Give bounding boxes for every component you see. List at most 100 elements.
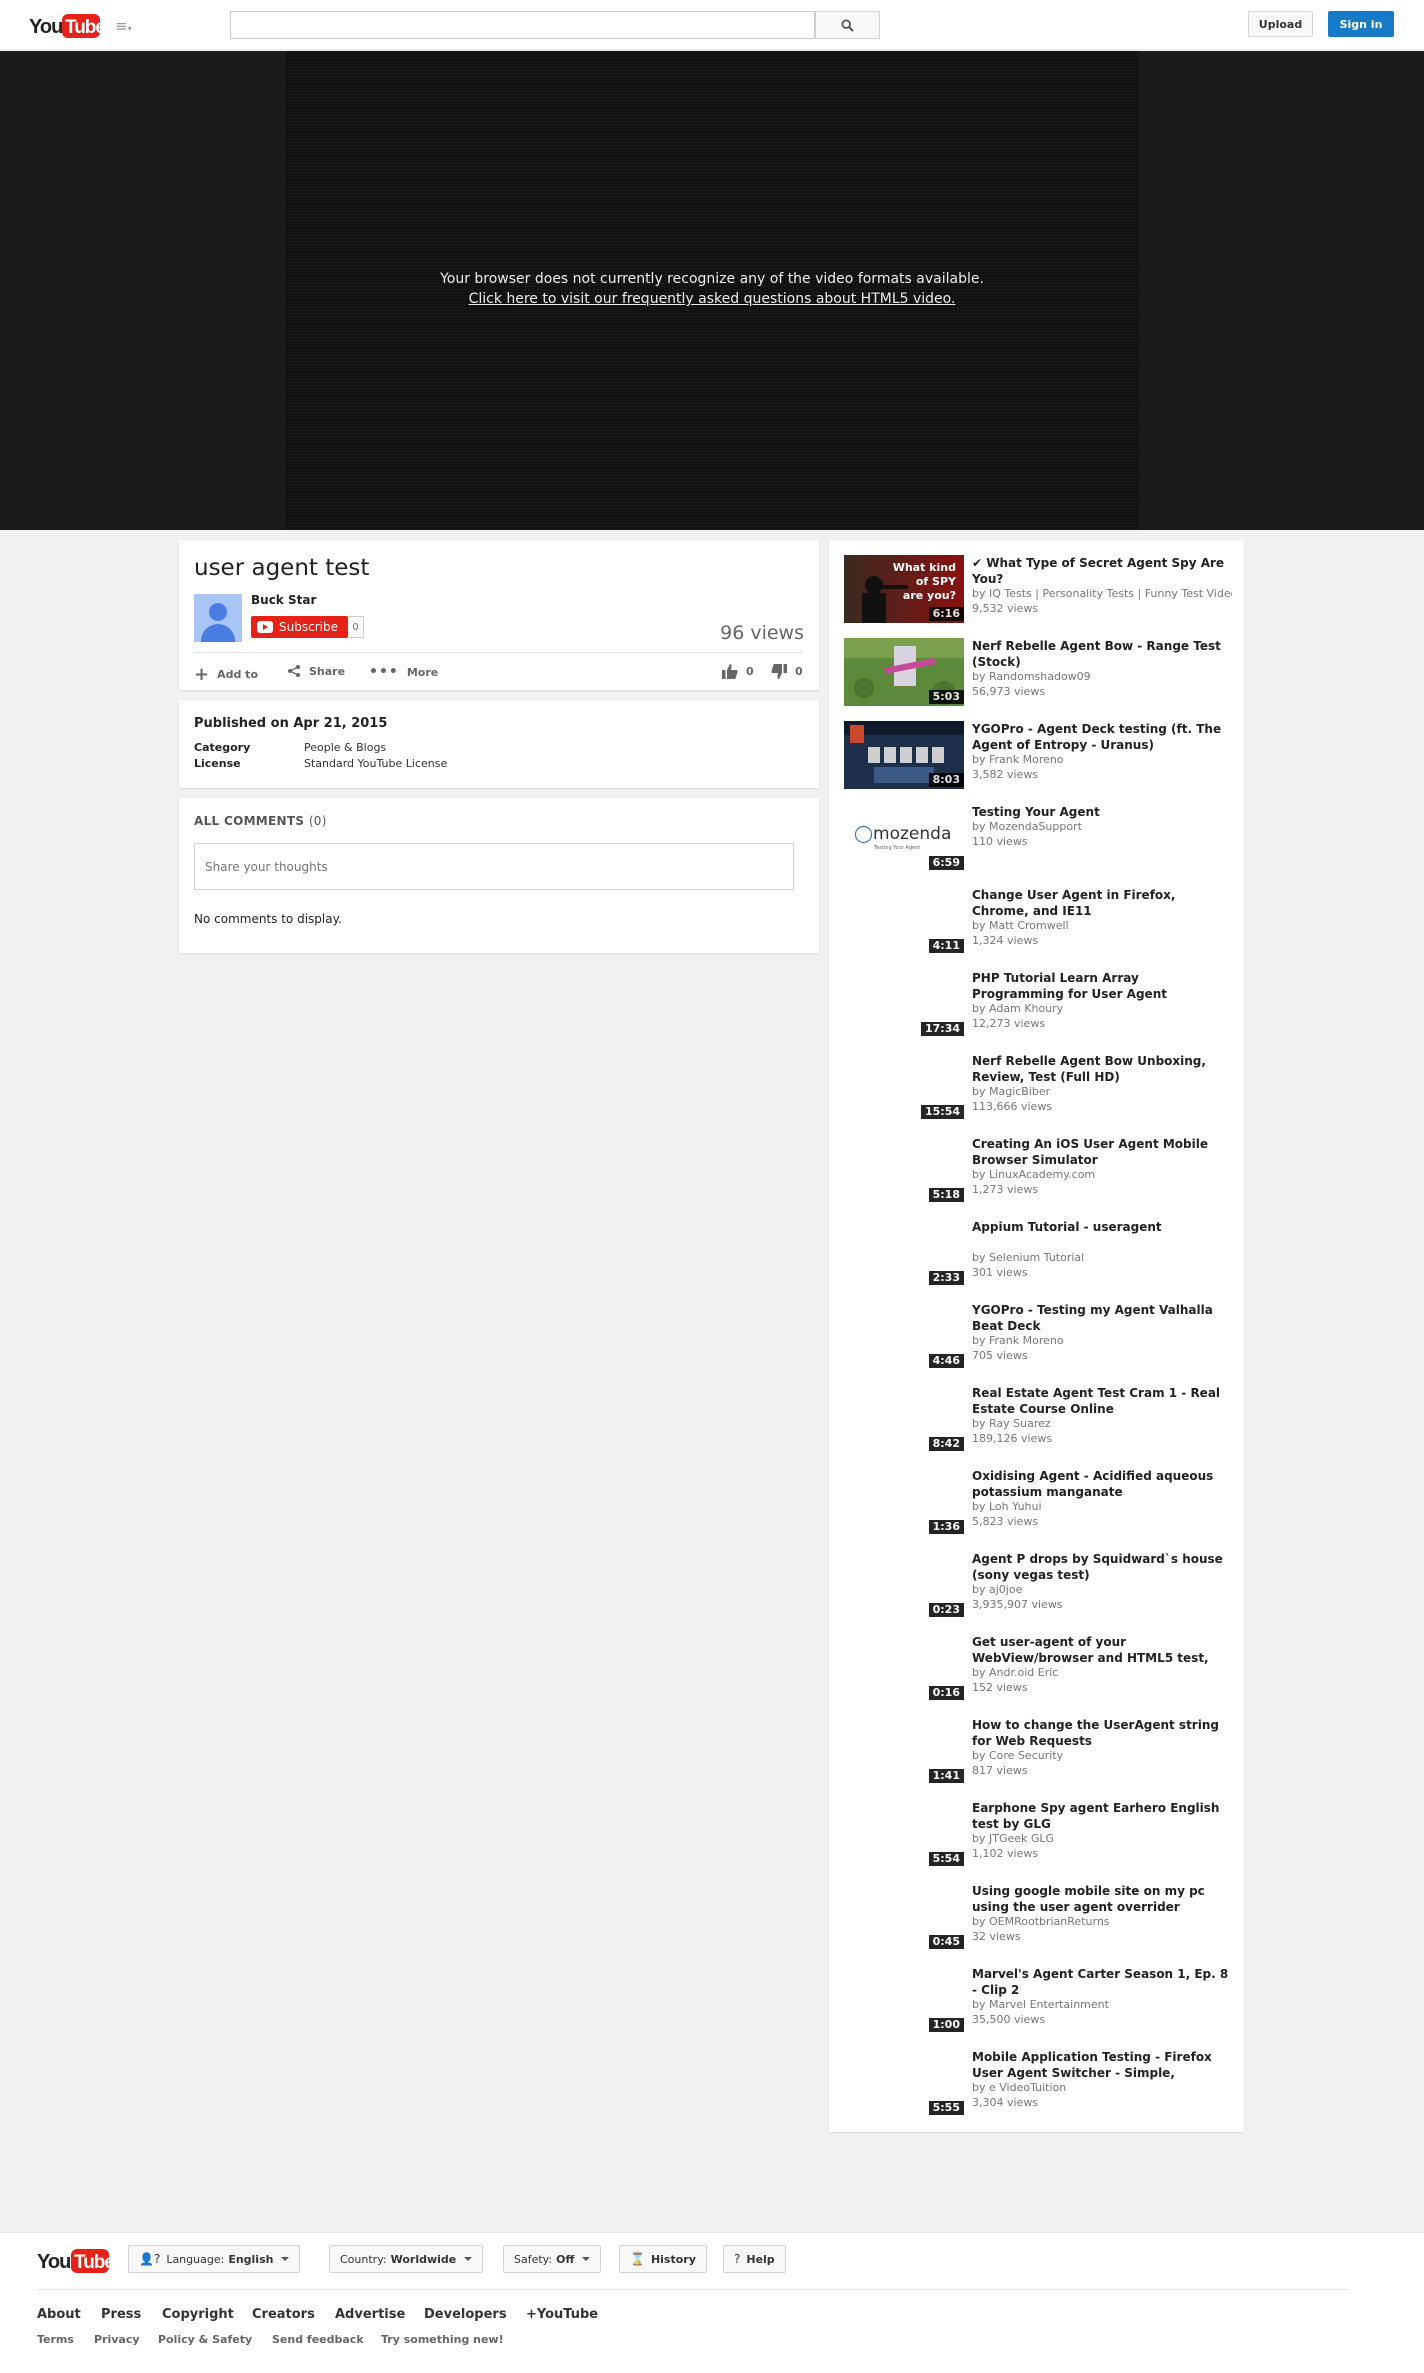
search-input[interactable] xyxy=(230,11,815,39)
more-label: More xyxy=(406,665,439,679)
video-thumbnail[interactable]: 0:16 xyxy=(844,1634,964,1702)
related-video-item[interactable]: 4:46 YGOPro - Testing my Agent Valhalla B… xyxy=(844,1302,1234,1372)
video-thumbnail[interactable]: 1:41 xyxy=(844,1717,964,1785)
history-button[interactable]: ⌛ History xyxy=(619,2245,707,2273)
footer-link-creators[interactable]: Creators xyxy=(252,2307,315,2322)
add-to-button[interactable]: + Add to xyxy=(194,664,258,685)
video-thumbnail[interactable]: 5:03 xyxy=(844,638,964,706)
language-picker[interactable]: 👤? Language: English xyxy=(128,2245,301,2273)
related-video-title[interactable]: Creating An iOS User Agent Mobile Browse… xyxy=(972,1136,1232,1168)
footer-link-send-feedback[interactable]: Send feedback xyxy=(272,2333,364,2346)
youtube-logo[interactable]: You Tube xyxy=(29,11,101,41)
related-video-item[interactable]: 0:45 Using google mobile site on my pc us… xyxy=(844,1883,1234,1953)
share-button[interactable]: Share xyxy=(287,664,345,678)
video-thumbnail[interactable]: 17:34 xyxy=(844,970,964,1038)
video-thumbnail[interactable]: 2:33 xyxy=(844,1219,964,1287)
video-thumbnail[interactable]: 5:18 xyxy=(844,1136,964,1204)
svg-text:You: You xyxy=(37,2251,70,2273)
guide-menu-icon[interactable]: ≡▾ xyxy=(115,17,143,35)
video-thumbnail[interactable]: What kind of SPY are you? 6:16 xyxy=(844,555,964,623)
related-video-item[interactable]: 8:03 YGOPro - Agent Deck testing (ft. The… xyxy=(844,721,1234,791)
related-video-item[interactable]: 1:36 Oxidising Agent - Acidified aqueous … xyxy=(844,1468,1234,1538)
comment-input[interactable] xyxy=(194,843,794,890)
country-picker[interactable]: Country: Worldwide xyxy=(329,2245,484,2273)
footer-link-advertise[interactable]: Advertise xyxy=(335,2307,405,2322)
mozenda-tagline: Testing Your Agent xyxy=(874,845,921,851)
footer-link-about[interactable]: About xyxy=(37,2307,81,2322)
upload-button[interactable]: Upload xyxy=(1248,11,1313,37)
category-value[interactable]: People & Blogs xyxy=(304,741,386,754)
video-thumbnail[interactable]: 1:00 xyxy=(844,1966,964,2034)
subscribe-button[interactable]: Subscribe xyxy=(251,616,348,638)
related-video-title[interactable]: Nerf Rebelle Agent Bow Unboxing, Review,… xyxy=(972,1053,1232,1085)
related-video-title[interactable]: Using google mobile site on my pc using … xyxy=(972,1883,1232,1915)
html5-faq-link[interactable]: Click here to visit our frequently asked… xyxy=(285,291,1139,307)
video-thumbnail[interactable]: 8:03 xyxy=(844,721,964,789)
related-video-title[interactable]: Agent P drops by Squidward`s house (sony… xyxy=(972,1551,1232,1583)
video-player[interactable]: Your browser does not currently recogniz… xyxy=(285,51,1139,530)
dislike-button[interactable]: 0 xyxy=(771,664,803,679)
video-thumbnail[interactable]: 8:42 xyxy=(844,1385,964,1453)
subscribe-label: Subscribe xyxy=(279,620,338,634)
related-video-title[interactable]: How to change the UserAgent string for W… xyxy=(972,1717,1232,1749)
svg-text:You: You xyxy=(29,16,62,38)
related-video-item[interactable]: 1:00 Marvel's Agent Carter Season 1, Ep. … xyxy=(844,1966,1234,2036)
related-video-item[interactable]: 5:55 Mobile Application Testing - Firefox… xyxy=(844,2049,1234,2119)
related-video-title[interactable]: Mobile Application Testing - Firefox Use… xyxy=(972,2049,1232,2081)
related-video-title[interactable]: Appium Tutorial - useragent xyxy=(972,1219,1232,1235)
more-button[interactable]: ••• More xyxy=(369,664,438,680)
related-video-item[interactable]: 0:23 Agent P drops by Squidward`s house (… xyxy=(844,1551,1234,1621)
related-video-item[interactable]: 5:18 Creating An iOS User Agent Mobile Br… xyxy=(844,1136,1234,1206)
related-video-title[interactable]: YGOPro - Testing my Agent Valhalla Beat … xyxy=(972,1302,1232,1334)
related-video-title[interactable]: Oxidising Agent - Acidified aqueous pota… xyxy=(972,1468,1232,1500)
related-video-title[interactable]: Testing Your Agent xyxy=(972,804,1232,820)
channel-avatar[interactable] xyxy=(194,594,242,642)
footer-link-terms[interactable]: Terms xyxy=(37,2333,74,2346)
related-video-item[interactable]: What kind of SPY are you? 6:16 ✔ What Type o… xyxy=(844,555,1234,625)
search-button[interactable] xyxy=(815,11,880,39)
footer-link-copyright[interactable]: Copyright xyxy=(162,2307,234,2322)
footer-link-policy-safety[interactable]: Policy & Safety xyxy=(158,2333,252,2346)
video-thumbnail[interactable]: ◯mozenda Testing Your Agent 6:59 xyxy=(844,804,964,872)
footer-link-try-something-new[interactable]: Try something new! xyxy=(381,2333,504,2346)
related-video-item[interactable]: 5:54 Earphone Spy agent Earhero English t… xyxy=(844,1800,1234,1870)
video-thumbnail[interactable]: 5:54 xyxy=(844,1800,964,1868)
related-video-item[interactable]: 4:11 Change User Agent in Firefox, Chrome… xyxy=(844,887,1234,957)
safety-picker[interactable]: Safety: Off xyxy=(503,2245,602,2273)
related-video-item[interactable]: 8:42 Real Estate Agent Test Cram 1 - Real… xyxy=(844,1385,1234,1455)
comments-card: ALL COMMENTS (0) No comments to display. xyxy=(179,798,819,953)
video-thumbnail[interactable]: 0:45 xyxy=(844,1883,964,1951)
related-video-title[interactable]: Real Estate Agent Test Cram 1 - Real Est… xyxy=(972,1385,1232,1417)
related-video-item[interactable]: ◯mozenda Testing Your Agent 6:59 Testing Yo… xyxy=(844,804,1234,874)
video-thumbnail[interactable]: 15:54 xyxy=(844,1053,964,1121)
sign-in-button[interactable]: Sign in xyxy=(1328,11,1394,37)
related-video-item[interactable]: 2:33 Appium Tutorial - useragent by Seleni… xyxy=(844,1219,1234,1289)
related-video-item[interactable]: 1:41 How to change the UserAgent string f… xyxy=(844,1717,1234,1787)
video-thumbnail[interactable]: 4:46 xyxy=(844,1302,964,1370)
related-video-title[interactable]: Nerf Rebelle Agent Bow - Range Test (Sto… xyxy=(972,638,1232,670)
video-thumbnail[interactable]: 5:55 xyxy=(844,2049,964,2117)
help-button[interactable]: ? Help xyxy=(723,2245,786,2273)
related-video-item[interactable]: 0:16 Get user-agent of your WebView/brows… xyxy=(844,1634,1234,1704)
related-video-title[interactable]: ✔ What Type of Secret Agent Spy Are You? xyxy=(972,555,1232,587)
video-thumbnail[interactable]: 1:36 xyxy=(844,1468,964,1536)
video-thumbnail[interactable]: 0:23 xyxy=(844,1551,964,1619)
related-video-title[interactable]: Get user-agent of your WebView/browser a… xyxy=(972,1634,1232,1666)
related-video-item[interactable]: 5:03 Nerf Rebelle Agent Bow - Range Test … xyxy=(844,638,1234,708)
related-video-channel: by Marvel Entertainment xyxy=(972,1998,1109,2011)
video-thumbnail[interactable]: 4:11 xyxy=(844,887,964,955)
related-video-title[interactable]: PHP Tutorial Learn Array Programming for… xyxy=(972,970,1232,1002)
footer-link-press[interactable]: Press xyxy=(101,2307,141,2322)
related-video-title[interactable]: Earphone Spy agent Earhero English test … xyxy=(972,1800,1232,1832)
like-button[interactable]: 0 xyxy=(722,664,754,679)
footer-link-privacy[interactable]: Privacy xyxy=(94,2333,140,2346)
related-video-item[interactable]: 15:54 Nerf Rebelle Agent Bow Unboxing, Re… xyxy=(844,1053,1234,1123)
footer-link-plus-youtube[interactable]: +YouTube xyxy=(526,2307,598,2322)
channel-name[interactable]: Buck Star xyxy=(251,593,316,607)
youtube-logo[interactable]: You Tube xyxy=(37,2246,110,2276)
related-video-title[interactable]: YGOPro - Agent Deck testing (ft. The Age… xyxy=(972,721,1232,753)
related-video-title[interactable]: Change User Agent in Firefox, Chrome, an… xyxy=(972,887,1232,919)
related-video-item[interactable]: 17:34 PHP Tutorial Learn Array Programmin… xyxy=(844,970,1234,1040)
footer-link-developers[interactable]: Developers xyxy=(424,2307,507,2322)
related-video-title[interactable]: Marvel's Agent Carter Season 1, Ep. 8 - … xyxy=(972,1966,1232,1998)
